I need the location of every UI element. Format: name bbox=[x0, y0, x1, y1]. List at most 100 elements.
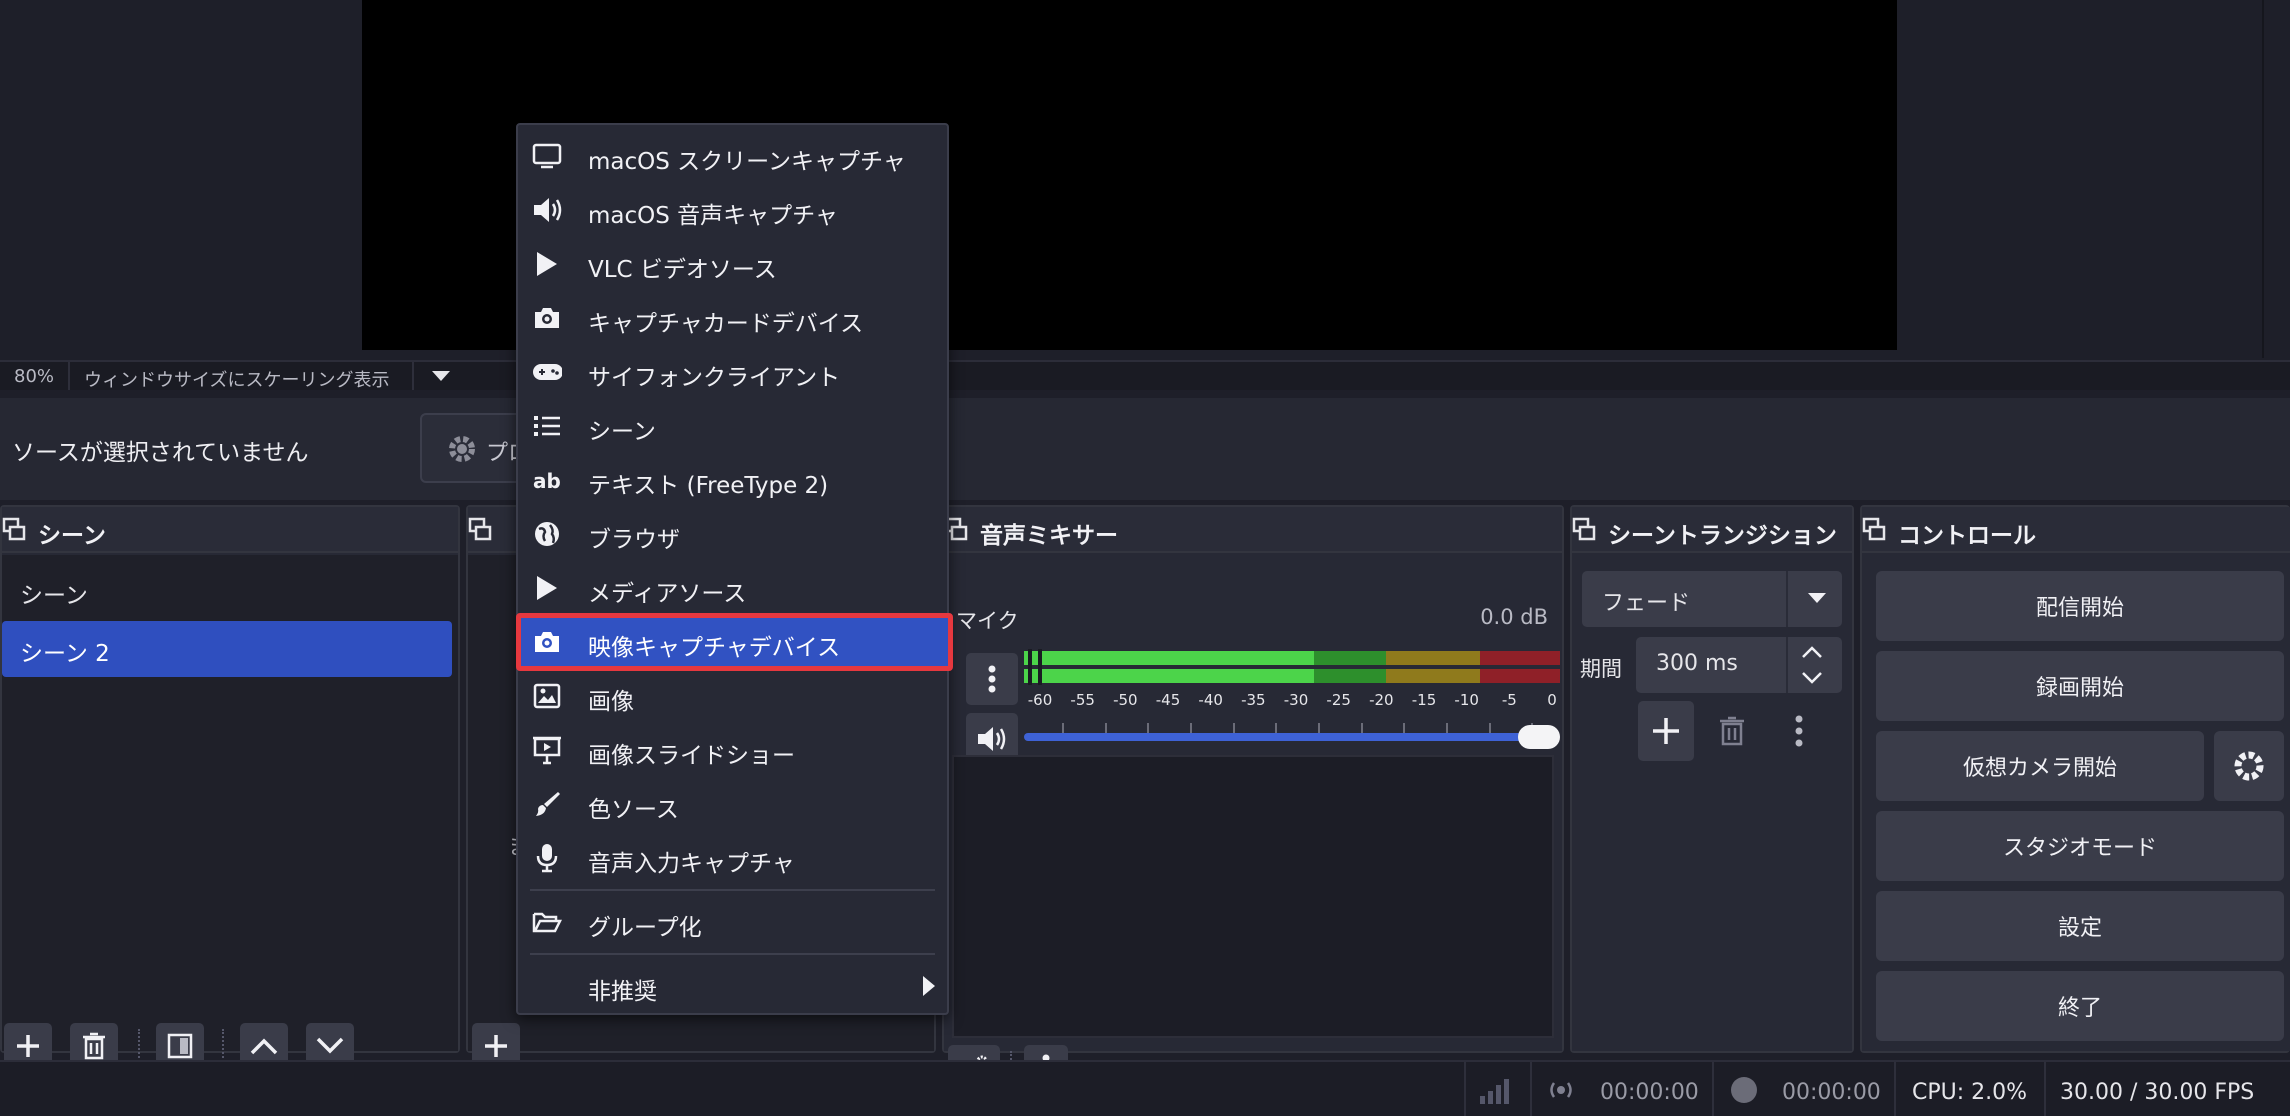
menu-item-image[interactable]: 画像 bbox=[518, 669, 947, 723]
studio-mode-button[interactable]: スタジオモード bbox=[1876, 811, 2284, 881]
menu-item-media-source[interactable]: メディアソース bbox=[518, 561, 947, 615]
meter-tick-label: -10 bbox=[1454, 691, 1479, 709]
controls-body: 配信開始 録画開始 仮想カメラ開始 スタジオモード 設定 終了 bbox=[1862, 555, 2290, 1051]
exit-button[interactable]: 終了 bbox=[1876, 971, 2284, 1041]
microphone-icon bbox=[536, 844, 558, 873]
start-virtual-camera-button[interactable]: 仮想カメラ開始 bbox=[1876, 731, 2204, 801]
menu-item-image-slideshow[interactable]: 画像スライドショー bbox=[518, 723, 947, 777]
volume-meter bbox=[1024, 649, 1560, 685]
meter-tick-label: -15 bbox=[1411, 691, 1437, 709]
menu-item-label: 画像スライドショー bbox=[588, 743, 795, 769]
scenes-dock-title[interactable]: シーン bbox=[2, 507, 458, 553]
preview-scrollbar[interactable] bbox=[2262, 0, 2290, 358]
remove-transition-button[interactable] bbox=[1708, 707, 1756, 755]
scale-mode-select[interactable]: ウィンドウサイズにスケーリング表示 bbox=[84, 366, 389, 392]
menu-separator bbox=[530, 889, 935, 891]
menu-item-label: macOS 音声キャプチャ bbox=[588, 203, 838, 229]
select-separator bbox=[1786, 571, 1788, 627]
scale-mode-separator bbox=[412, 362, 414, 390]
chevron-down-icon[interactable] bbox=[432, 371, 450, 383]
image-icon bbox=[533, 683, 561, 709]
menu-item-vlc-video-source[interactable]: VLC ビデオソース bbox=[518, 237, 947, 291]
menu-item-syphon-client[interactable]: サイフォンクライアント bbox=[518, 345, 947, 399]
scene-transitions-dock: シーントランジション フェード 期間 300 ms bbox=[1570, 505, 1854, 1053]
menu-item-macos-audio-capture[interactable]: macOS 音声キャプチャ bbox=[518, 183, 947, 237]
menu-item-label: 画像 bbox=[588, 689, 634, 715]
start-recording-button[interactable]: 録画開始 bbox=[1876, 651, 2284, 721]
menu-item-label: VLC ビデオソース bbox=[588, 257, 777, 283]
start-streaming-button[interactable]: 配信開始 bbox=[1876, 571, 2284, 641]
menu-item-scene[interactable]: シーン bbox=[518, 399, 947, 453]
chevron-down-icon[interactable] bbox=[1800, 671, 1824, 685]
menu-item-deprecated[interactable]: 非推奨 bbox=[518, 959, 947, 1013]
controls-dock: コントロール 配信開始 録画開始 仮想カメラ開始 スタジオモード 設定 終了 bbox=[1860, 505, 2290, 1053]
add-transition-button[interactable] bbox=[1638, 701, 1694, 761]
meter-tick-label: -20 bbox=[1369, 691, 1394, 709]
trash-icon bbox=[1720, 716, 1744, 746]
dock-float-icon[interactable] bbox=[468, 517, 492, 543]
mixer-title: 音声ミキサー bbox=[980, 523, 1118, 549]
mixer-empty-area bbox=[952, 755, 1554, 1038]
record-icon bbox=[1731, 1077, 1757, 1103]
volume-slider-track[interactable] bbox=[1024, 733, 1530, 741]
menu-item-group[interactable]: グループ化 bbox=[518, 895, 947, 949]
volume-slider-handle[interactable] bbox=[1518, 725, 1560, 749]
text-icon: ab bbox=[533, 469, 561, 492]
add-source-menu: macOS スクリーンキャプチャ macOS 音声キャプチャ VLC ビデオソー… bbox=[516, 123, 953, 1015]
dock-float-icon[interactable] bbox=[1572, 517, 1596, 543]
status-separator bbox=[1894, 1062, 1896, 1116]
dock-float-icon[interactable] bbox=[2, 517, 26, 543]
gamepad-icon bbox=[533, 364, 562, 380]
channel-menu-button[interactable] bbox=[966, 653, 1018, 705]
svg-text:ab: ab bbox=[533, 469, 561, 492]
status-separator bbox=[1530, 1062, 1532, 1116]
meter-tick-label: -40 bbox=[1198, 691, 1223, 709]
stream-time: 00:00:00 bbox=[1600, 1080, 1699, 1105]
menu-item-browser[interactable]: ブラウザ bbox=[518, 507, 947, 561]
zoom-level: 80% bbox=[14, 366, 55, 387]
no-source-label: ソースが選択されていません bbox=[12, 440, 309, 466]
source-context-bar bbox=[0, 398, 2290, 500]
duration-spinbox[interactable]: 300 ms bbox=[1636, 637, 1842, 693]
menu-item-label: テキスト (FreeType 2) bbox=[588, 473, 829, 499]
menu-item-macos-screen-capture[interactable]: macOS スクリーンキャプチャ bbox=[518, 129, 947, 183]
scene-item-selected[interactable]: シーン 2 bbox=[2, 621, 452, 677]
cpu-usage: CPU: 2.0% bbox=[1912, 1080, 2028, 1105]
menu-item-audio-input-capture[interactable]: 音声入力キャプチャ bbox=[518, 831, 947, 885]
transition-select[interactable]: フェード bbox=[1582, 571, 1842, 627]
menu-item-text-freetype[interactable]: ab テキスト (FreeType 2) bbox=[518, 453, 947, 507]
menu-item-label: グループ化 bbox=[588, 915, 702, 941]
duration-label: 期間 bbox=[1580, 657, 1622, 681]
menu-item-label: 映像キャプチャデバイス bbox=[588, 635, 841, 661]
dock-float-icon[interactable] bbox=[1862, 517, 1886, 543]
status-separator bbox=[2044, 1062, 2046, 1116]
status-separator bbox=[1464, 1062, 1466, 1116]
fps-readout: 30.00 / 30.00 FPS bbox=[2060, 1080, 2255, 1105]
settings-button[interactable]: 設定 bbox=[1876, 891, 2284, 961]
meter-tick-label: -5 bbox=[1501, 691, 1517, 709]
transition-menu-button[interactable] bbox=[1784, 707, 1814, 755]
plus-icon bbox=[1653, 718, 1679, 744]
menu-item-label: メディアソース bbox=[588, 581, 747, 607]
menu-item-label: macOS スクリーンキャプチャ bbox=[588, 149, 906, 175]
virtual-camera-settings-button[interactable] bbox=[2214, 731, 2284, 801]
speaker-icon bbox=[534, 198, 562, 222]
mixer-body: マイク 0.0 dB -60 -55 -50 -45 -40 -35 -30 -25 -20 -1… bbox=[944, 555, 1562, 1091]
speaker-icon bbox=[978, 727, 1006, 751]
menu-item-capture-card-device[interactable]: キャプチャカードデバイス bbox=[518, 291, 947, 345]
play-icon bbox=[537, 252, 557, 276]
more-vertical-icon bbox=[1795, 715, 1803, 747]
menu-item-color-source[interactable]: 色ソース bbox=[518, 777, 947, 831]
transitions-dock-title[interactable]: シーントランジション bbox=[1572, 507, 1852, 553]
signal-bars-icon bbox=[1480, 1079, 1509, 1104]
meter-tick-label: -45 bbox=[1155, 691, 1181, 709]
chevron-up-icon bbox=[250, 1038, 278, 1055]
mixer-dock-title[interactable]: 音声ミキサー bbox=[944, 507, 1562, 553]
more-vertical-icon bbox=[988, 665, 996, 693]
controls-dock-title[interactable]: コントロール bbox=[1862, 507, 2290, 553]
monitor-icon bbox=[532, 143, 562, 169]
scene-item[interactable]: シーン bbox=[2, 563, 452, 619]
meter-tick-label: -35 bbox=[1241, 691, 1266, 709]
menu-item-video-capture-device[interactable]: 映像キャプチャデバイス bbox=[516, 613, 953, 671]
chevron-up-icon[interactable] bbox=[1800, 645, 1824, 659]
